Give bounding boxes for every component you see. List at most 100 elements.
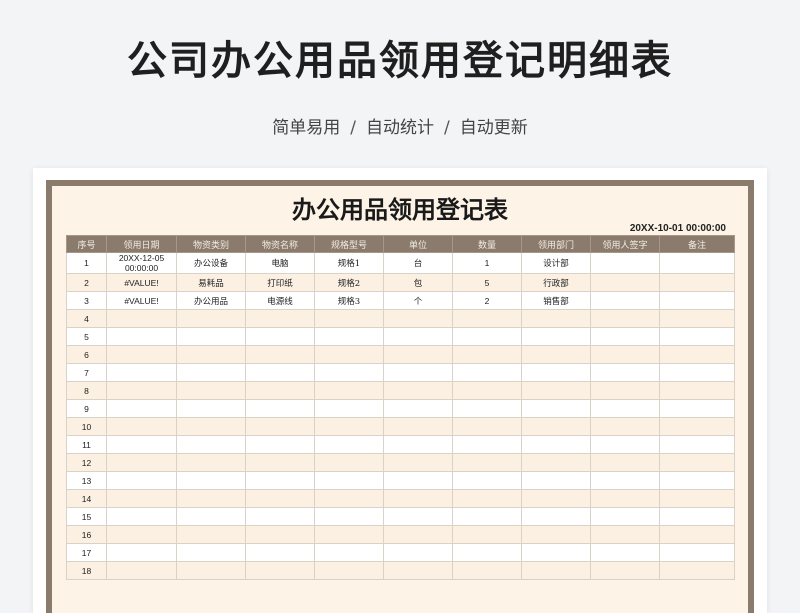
table-cell-date[interactable]: 20XX-12-05 00:00:00 [106, 252, 177, 274]
table-cell-spec[interactable] [314, 309, 384, 328]
table-cell-date[interactable] [106, 489, 177, 508]
table-cell-department[interactable] [521, 543, 591, 562]
table-cell-unit[interactable] [383, 507, 453, 526]
table-cell-remarks[interactable] [659, 507, 735, 526]
table-cell-index[interactable]: 15 [66, 507, 107, 526]
table-cell-item-name[interactable] [245, 363, 315, 382]
table-cell-index[interactable]: 9 [66, 399, 107, 418]
table-cell-spec[interactable]: 规格1 [314, 252, 384, 274]
table-cell-department[interactable] [521, 309, 591, 328]
table-cell-signature[interactable] [590, 525, 660, 544]
table-cell-quantity[interactable]: 5 [452, 273, 522, 292]
table-cell-signature[interactable] [590, 453, 660, 472]
table-cell-unit[interactable]: 个 [383, 291, 453, 310]
table-cell-index[interactable]: 6 [66, 345, 107, 364]
table-cell-remarks[interactable] [659, 561, 735, 580]
table-cell-quantity[interactable] [452, 381, 522, 400]
table-cell-item-name[interactable] [245, 417, 315, 436]
table-cell-quantity[interactable] [452, 435, 522, 454]
table-cell-unit[interactable] [383, 327, 453, 346]
table-cell-department[interactable] [521, 435, 591, 454]
table-cell-category[interactable] [176, 453, 246, 472]
table-cell-remarks[interactable] [659, 381, 735, 400]
table-cell-category[interactable] [176, 561, 246, 580]
table-cell-category[interactable] [176, 363, 246, 382]
table-cell-department[interactable] [521, 363, 591, 382]
table-cell-unit[interactable] [383, 489, 453, 508]
table-cell-department[interactable] [521, 525, 591, 544]
table-cell-date[interactable] [106, 399, 177, 418]
table-cell-category[interactable] [176, 345, 246, 364]
table-cell-item-name[interactable]: 打印纸 [245, 273, 315, 292]
table-cell-signature[interactable] [590, 471, 660, 490]
table-cell-signature[interactable] [590, 435, 660, 454]
table-cell-quantity[interactable] [452, 543, 522, 562]
table-cell-index[interactable]: 1 [66, 252, 107, 274]
table-cell-spec[interactable] [314, 363, 384, 382]
table-cell-item-name[interactable] [245, 561, 315, 580]
table-cell-unit[interactable] [383, 471, 453, 490]
table-cell-item-name[interactable] [245, 435, 315, 454]
table-cell-date[interactable] [106, 561, 177, 580]
table-cell-quantity[interactable] [452, 489, 522, 508]
table-cell-category[interactable] [176, 309, 246, 328]
table-cell-spec[interactable] [314, 417, 384, 436]
table-cell-item-name[interactable]: 电源线 [245, 291, 315, 310]
table-cell-remarks[interactable] [659, 399, 735, 418]
table-cell-quantity[interactable] [452, 561, 522, 580]
table-cell-spec[interactable] [314, 327, 384, 346]
table-cell-date[interactable] [106, 381, 177, 400]
table-cell-index[interactable]: 12 [66, 453, 107, 472]
table-cell-date[interactable] [106, 507, 177, 526]
table-cell-index[interactable]: 4 [66, 309, 107, 328]
table-cell-index[interactable]: 2 [66, 273, 107, 292]
table-cell-spec[interactable] [314, 399, 384, 418]
table-cell-remarks[interactable] [659, 291, 735, 310]
table-cell-spec[interactable]: 规格3 [314, 291, 384, 310]
table-cell-item-name[interactable] [245, 489, 315, 508]
table-cell-spec[interactable] [314, 345, 384, 364]
table-cell-department[interactable] [521, 345, 591, 364]
table-cell-index[interactable]: 7 [66, 363, 107, 382]
table-cell-quantity[interactable]: 1 [452, 252, 522, 274]
table-cell-signature[interactable] [590, 327, 660, 346]
table-cell-quantity[interactable] [452, 525, 522, 544]
table-cell-unit[interactable]: 包 [383, 273, 453, 292]
table-cell-date[interactable] [106, 363, 177, 382]
table-cell-remarks[interactable] [659, 543, 735, 562]
table-cell-date[interactable] [106, 345, 177, 364]
table-cell-remarks[interactable] [659, 273, 735, 292]
table-cell-department[interactable] [521, 507, 591, 526]
table-cell-item-name[interactable] [245, 399, 315, 418]
table-cell-spec[interactable] [314, 507, 384, 526]
table-cell-date[interactable] [106, 453, 177, 472]
table-cell-quantity[interactable] [452, 345, 522, 364]
table-cell-department[interactable] [521, 489, 591, 508]
table-cell-department[interactable]: 行政部 [521, 273, 591, 292]
table-cell-signature[interactable] [590, 363, 660, 382]
table-cell-date[interactable] [106, 327, 177, 346]
table-cell-index[interactable]: 13 [66, 471, 107, 490]
table-cell-item-name[interactable] [245, 327, 315, 346]
table-cell-category[interactable]: 易耗品 [176, 273, 246, 292]
table-cell-signature[interactable] [590, 309, 660, 328]
table-cell-department[interactable]: 销售部 [521, 291, 591, 310]
table-cell-quantity[interactable] [452, 309, 522, 328]
table-cell-item-name[interactable] [245, 345, 315, 364]
table-cell-quantity[interactable] [452, 417, 522, 436]
table-cell-quantity[interactable] [452, 507, 522, 526]
table-cell-unit[interactable] [383, 435, 453, 454]
table-cell-remarks[interactable] [659, 327, 735, 346]
table-cell-category[interactable] [176, 435, 246, 454]
table-cell-department[interactable] [521, 471, 591, 490]
table-cell-spec[interactable] [314, 435, 384, 454]
table-cell-unit[interactable] [383, 417, 453, 436]
table-cell-date[interactable] [106, 435, 177, 454]
table-cell-category[interactable] [176, 381, 246, 400]
table-cell-unit[interactable] [383, 399, 453, 418]
table-cell-unit[interactable] [383, 543, 453, 562]
table-cell-category[interactable] [176, 399, 246, 418]
table-cell-unit[interactable]: 台 [383, 252, 453, 274]
table-cell-date[interactable]: #VALUE! [106, 291, 177, 310]
table-cell-remarks[interactable] [659, 525, 735, 544]
